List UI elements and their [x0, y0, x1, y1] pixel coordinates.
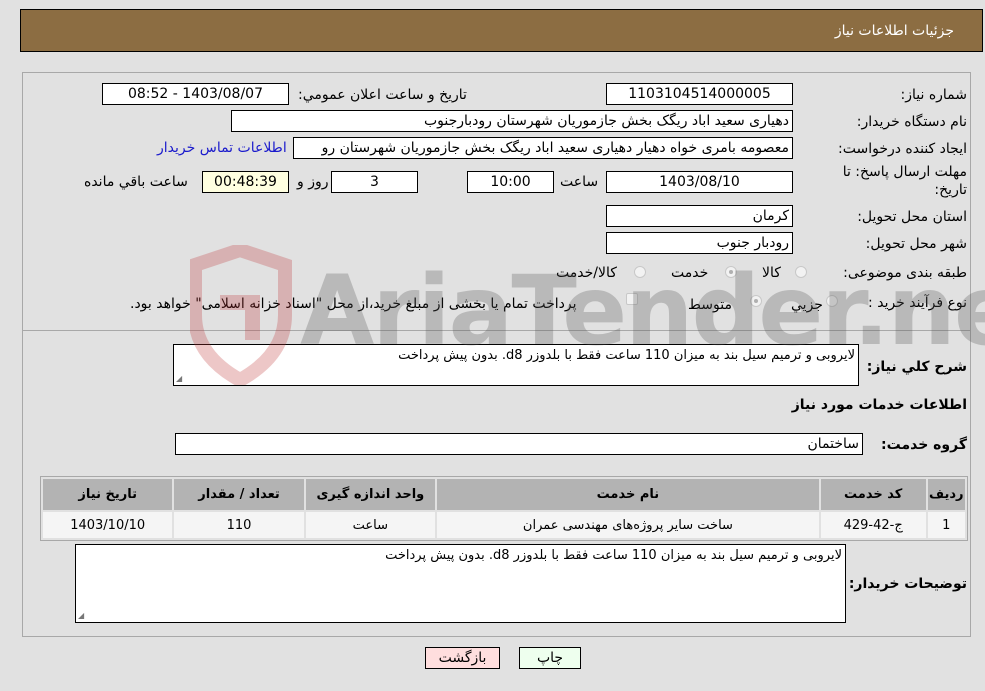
city-field[interactable]: رودبار جنوب [606, 232, 793, 254]
deadline-time-label: ساعت [560, 174, 599, 190]
category-radio-service[interactable] [725, 266, 737, 278]
buyer-org-field[interactable]: دهیاری سعید اباد ریگک بخش جازموریان شهرس… [231, 110, 793, 132]
need-number-label: شماره نیاز: [900, 87, 968, 103]
print-button[interactable]: چاپ [519, 647, 581, 669]
announce-datetime-label: تاریخ و ساعت اعلان عمومي: [298, 87, 467, 103]
col-header-need-date: تاریخ نیاز [43, 479, 173, 510]
announce-datetime-field[interactable]: 1403/08/07 - 08:52 [102, 83, 289, 105]
remaining-time-label: ساعت باقي مانده [84, 174, 188, 190]
buyer-contact-link[interactable]: اطلاعات تماس خریدار [157, 140, 287, 156]
buyer-org-label: نام دستگاه خریدار: [856, 114, 967, 130]
purchase-option-medium: متوسط [688, 297, 732, 313]
deadline-label-date: تاریخ: [934, 182, 967, 198]
deadline-time-field[interactable]: 10:00 [467, 171, 554, 193]
buyer-notes-textarea[interactable]: لایروبی و ترمیم سیل بند به میزان 110 ساع… [75, 544, 846, 623]
buyer-notes-text: لایروبی و ترمیم سیل بند به میزان 110 ساع… [385, 548, 842, 563]
requester-label: ایجاد کننده درخواست: [838, 141, 967, 157]
category-label: طبقه بندی موضوعی: [843, 265, 967, 281]
back-button[interactable]: بازگشت [425, 647, 500, 669]
category-radio-goods-service[interactable] [634, 266, 646, 278]
col-header-unit: واحد اندازه گیری [305, 479, 436, 510]
buyer-notes-label: توضیحات خریدار: [848, 576, 967, 592]
cell-quantity: 110 [174, 512, 304, 538]
col-header-service-code: کد خدمت [820, 479, 926, 510]
remaining-time-field: 00:48:39 [202, 171, 289, 193]
need-number-field[interactable]: 1103104514000005 [606, 83, 793, 105]
description-label: شرح کلي نیاز: [866, 359, 967, 375]
deadline-label: مهلت ارسال پاسخ: تا [842, 164, 967, 180]
purchase-radio-minor[interactable] [826, 295, 838, 307]
services-section-title: اطلاعات خدمات مورد نیاز [791, 397, 967, 413]
province-field[interactable]: کرمان [606, 205, 793, 227]
category-option-service: خدمت [671, 265, 709, 281]
resize-grip-icon[interactable]: ◢ [78, 611, 84, 620]
table-row: 1 ج-42-429 ساخت سایر پروژه‌های مهندسی عم… [43, 512, 965, 538]
treasury-note: پرداخت تمام یا بخشی از مبلغ خرید،از محل … [130, 296, 577, 312]
bottom-divider [22, 636, 971, 637]
cell-row-number: 1 [927, 512, 965, 538]
treasury-checkbox[interactable] [626, 293, 638, 305]
cell-service-name: ساخت سایر پروژه‌های مهندسی عمران [437, 512, 819, 538]
purchase-option-minor: جزيي [791, 297, 823, 313]
category-option-goods: کالا [762, 265, 781, 281]
remaining-days-field[interactable]: 3 [331, 171, 418, 193]
description-text: لایروبی و ترمیم سیل بند به میزان 110 ساع… [398, 348, 855, 363]
cell-unit: ساعت [305, 512, 436, 538]
purchase-radio-medium[interactable] [750, 295, 762, 307]
days-label: روز و [297, 174, 329, 190]
divider [22, 330, 971, 331]
page-title: جزئیات اطلاعات نیاز [834, 23, 954, 39]
city-label: شهر محل تحویل: [865, 236, 967, 252]
description-textarea[interactable]: لایروبی و ترمیم سیل بند به میزان 110 ساع… [173, 344, 859, 386]
deadline-date-field[interactable]: 1403/08/10 [606, 171, 793, 193]
province-label: استان محل تحویل: [857, 209, 967, 225]
cell-need-date: 1403/10/10 [43, 512, 173, 538]
col-header-service-name: نام خدمت [437, 479, 819, 510]
purchase-type-label: نوع فرآیند خرید : [868, 295, 967, 311]
page-header: جزئیات اطلاعات نیاز [20, 9, 983, 52]
requester-field[interactable]: معصومه بامری خواه دهیار دهیاری سعید اباد… [293, 137, 793, 159]
category-radio-goods[interactable] [795, 266, 807, 278]
resize-grip-icon[interactable]: ◢ [176, 374, 182, 383]
service-group-label: گروه خدمت: [881, 437, 967, 453]
category-option-goods-service: کالا/خدمت [556, 265, 617, 281]
col-header-row-number: ردیف [927, 479, 965, 510]
col-header-quantity: تعداد / مقدار [174, 479, 304, 510]
services-table: ردیف کد خدمت نام خدمت واحد اندازه گیری ت… [40, 476, 968, 541]
service-group-field[interactable]: ساختمان [175, 433, 863, 455]
cell-service-code: ج-42-429 [820, 512, 926, 538]
table-header-row: ردیف کد خدمت نام خدمت واحد اندازه گیری ت… [43, 479, 965, 510]
